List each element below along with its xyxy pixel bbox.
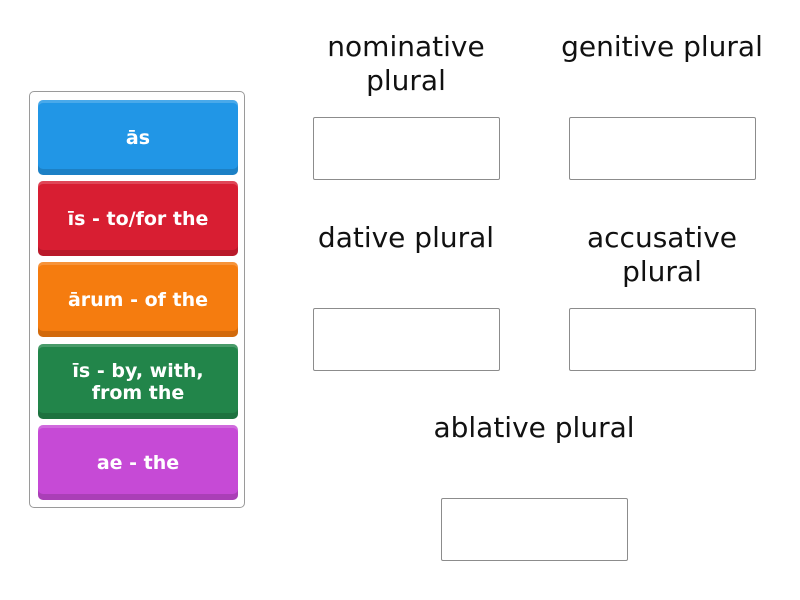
card-label: ae - the — [96, 451, 180, 474]
answer-card-is-to-for[interactable]: īs - to/for the — [38, 181, 238, 256]
answer-card-arum[interactable]: ārum - of the — [38, 262, 238, 337]
drop-slot-ablative[interactable] — [441, 498, 628, 561]
card-label: ās — [125, 126, 151, 149]
drop-slot-nominative[interactable] — [313, 117, 500, 180]
target-label-dative: dative plural — [317, 221, 495, 254]
answer-card-is-by-with-from[interactable]: īs - by, with, from the — [38, 344, 238, 419]
target-label-accusative: accusative plural — [587, 221, 737, 288]
target-label-nominative: nominative plural — [327, 30, 485, 97]
target-label-genitive: genitive plural — [561, 30, 763, 63]
card-label: ārum - of the — [67, 288, 209, 311]
drop-slot-accusative[interactable] — [569, 308, 756, 371]
answer-card-as[interactable]: ās — [38, 100, 238, 175]
card-label: īs - by, with, from the — [72, 359, 204, 404]
drop-slot-dative[interactable] — [313, 308, 500, 371]
target-label-ablative: ablative plural — [433, 411, 635, 444]
drop-slot-genitive[interactable] — [569, 117, 756, 180]
card-label: īs - to/for the — [67, 207, 209, 230]
answer-card-ae[interactable]: ae - the — [38, 425, 238, 500]
